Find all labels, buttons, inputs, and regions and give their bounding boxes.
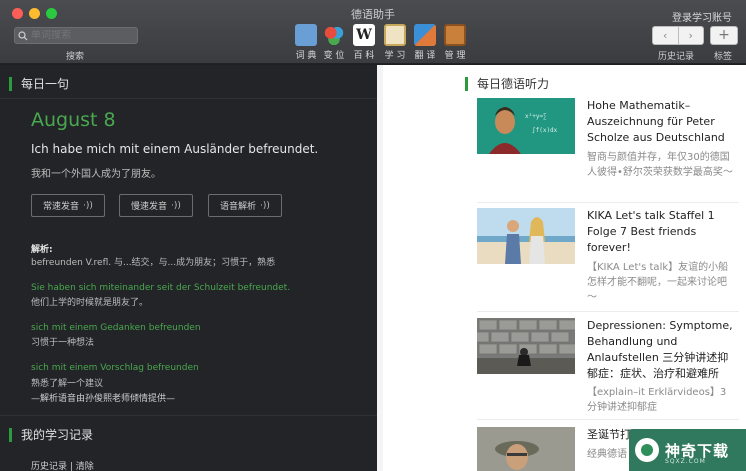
example-german: Sie haben sich miteinander seit der Schu…	[31, 283, 291, 293]
study-icon	[384, 24, 406, 46]
study-button[interactable]: 学 习	[381, 24, 409, 61]
svg-text:∫f(x)dx: ∫f(x)dx	[532, 126, 558, 134]
sound-wave-icon: ·))	[83, 200, 93, 211]
translate-button[interactable]: 翻 译	[411, 24, 439, 61]
credit-text: —解析语音由孙俊熙老师倾情提供—	[31, 394, 176, 404]
sound-wave-icon: ·))	[260, 200, 270, 211]
history-clear-links[interactable]: 历史记录 | 清除	[31, 459, 94, 471]
study-history-heading: 我的学习记录	[9, 428, 93, 442]
article-thumbnail	[477, 318, 575, 374]
search-icon	[18, 30, 28, 40]
daily-sentence-panel: 每日一句 August 8 Ich habe mich mit einem Au…	[0, 65, 377, 471]
audio-explanation-button[interactable]: 语音解析 ·))	[208, 194, 282, 217]
history-label: 历史记录	[658, 52, 695, 62]
dictionary-icon	[295, 24, 317, 46]
article-item[interactable]: KIKA Let's talk Staffel 1 Folge 7 Best f…	[477, 208, 742, 303]
chinese-translation: 我和一个外国人成为了朋友。	[31, 169, 161, 180]
explanation-title: 解析:	[31, 245, 53, 255]
example-german: sich mit einem Vorschlag befreunden	[31, 363, 199, 373]
article-subtitle: 【KIKA Let's talk】友谊的小船怎样才能不翻呢，一起来讨论吧～	[587, 262, 729, 303]
article-subtitle: 【explain–it Erklärvideos】3分钟讲述抑郁症	[587, 387, 727, 413]
bookmark-label: 标签	[714, 52, 733, 62]
back-button[interactable]: ‹	[653, 27, 679, 44]
daily-sentence-heading: 每日一句	[9, 77, 69, 91]
panel-edge	[377, 65, 383, 471]
conjugation-button[interactable]: 变 位	[320, 24, 348, 61]
example-german: sich mit einem Gedanken befreunden	[31, 323, 201, 333]
example-chinese: 他们上学的时候就是朋友了。	[31, 298, 149, 308]
svg-text:x²+y=∑: x²+y=∑	[525, 113, 547, 120]
explanation-text: befreunden V.refl. 与...结交，与...成为朋友；习惯于，熟…	[31, 258, 276, 268]
site-watermark: 神奇下载 SQXZ.COM	[629, 429, 746, 471]
manage-icon	[444, 24, 466, 46]
divider	[477, 419, 739, 420]
forward-button[interactable]: ›	[679, 27, 704, 44]
article-title: Depressionen: Symptome, Behandlung und A…	[587, 319, 733, 380]
listening-panel: 每日德语听力 x²+y=∑ ∫f(x)dx Hohe Mathematik–Au…	[377, 65, 746, 471]
divider	[477, 311, 739, 312]
divider	[477, 202, 739, 203]
example-chinese: 习惯于一种想法	[31, 338, 95, 348]
window-title: 德语助手	[351, 8, 395, 21]
search-box[interactable]	[14, 27, 138, 44]
conjugation-icon	[323, 24, 345, 46]
watermark-url: SQXZ.COM	[665, 458, 706, 465]
listening-heading: 每日德语听力	[465, 77, 549, 91]
search-input[interactable]	[31, 30, 135, 41]
search-label: 搜索	[66, 52, 85, 62]
german-sentence: Ich habe mich mit einem Ausländer befreu…	[31, 142, 319, 156]
article-thumbnail: x²+y=∑ ∫f(x)dx	[477, 98, 575, 154]
example-chinese: 熟悉了解一个建议	[31, 379, 104, 389]
divider	[0, 98, 377, 99]
article-item[interactable]: Depressionen: Symptome, Behandlung und A…	[477, 318, 742, 413]
dictionary-button[interactable]: 词 典	[292, 24, 320, 61]
translate-icon	[414, 24, 436, 46]
article-thumbnail	[477, 208, 575, 264]
history-nav: ‹ ›	[652, 26, 704, 45]
wiki-icon: W	[353, 24, 375, 46]
daily-date: August 8	[31, 109, 116, 131]
login-account-link[interactable]: 登录学习账号	[672, 9, 732, 24]
normal-speed-audio-button[interactable]: 常速发音 ·))	[31, 194, 105, 217]
watermark-logo-icon	[635, 438, 659, 462]
divider	[0, 415, 377, 416]
wiki-button[interactable]: W 百 科	[350, 24, 378, 61]
manage-button[interactable]: 管 理	[441, 24, 469, 61]
article-thumbnail	[477, 427, 575, 471]
add-bookmark-button[interactable]: +	[710, 26, 738, 45]
article-item[interactable]: x²+y=∑ ∫f(x)dx Hohe Mathematik–Auszeichn…	[477, 98, 742, 188]
slow-speed-audio-button[interactable]: 慢速发音 ·))	[119, 194, 193, 217]
article-title: KIKA Let's talk Staffel 1 Folge 7 Best f…	[587, 209, 715, 254]
sound-wave-icon: ·))	[171, 200, 181, 211]
window-toolbar: 德语助手 登录学习账号 搜索 词 典 变 位 W 百 科 学 习 翻 译 管 理…	[0, 0, 746, 64]
article-subtitle: 智商与颜值并存，年仅30的德国人彼得•舒尔茨荣获数学最高奖～	[587, 152, 733, 178]
article-title: Hohe Mathematik–Auszeichnung für Peter S…	[587, 99, 725, 144]
